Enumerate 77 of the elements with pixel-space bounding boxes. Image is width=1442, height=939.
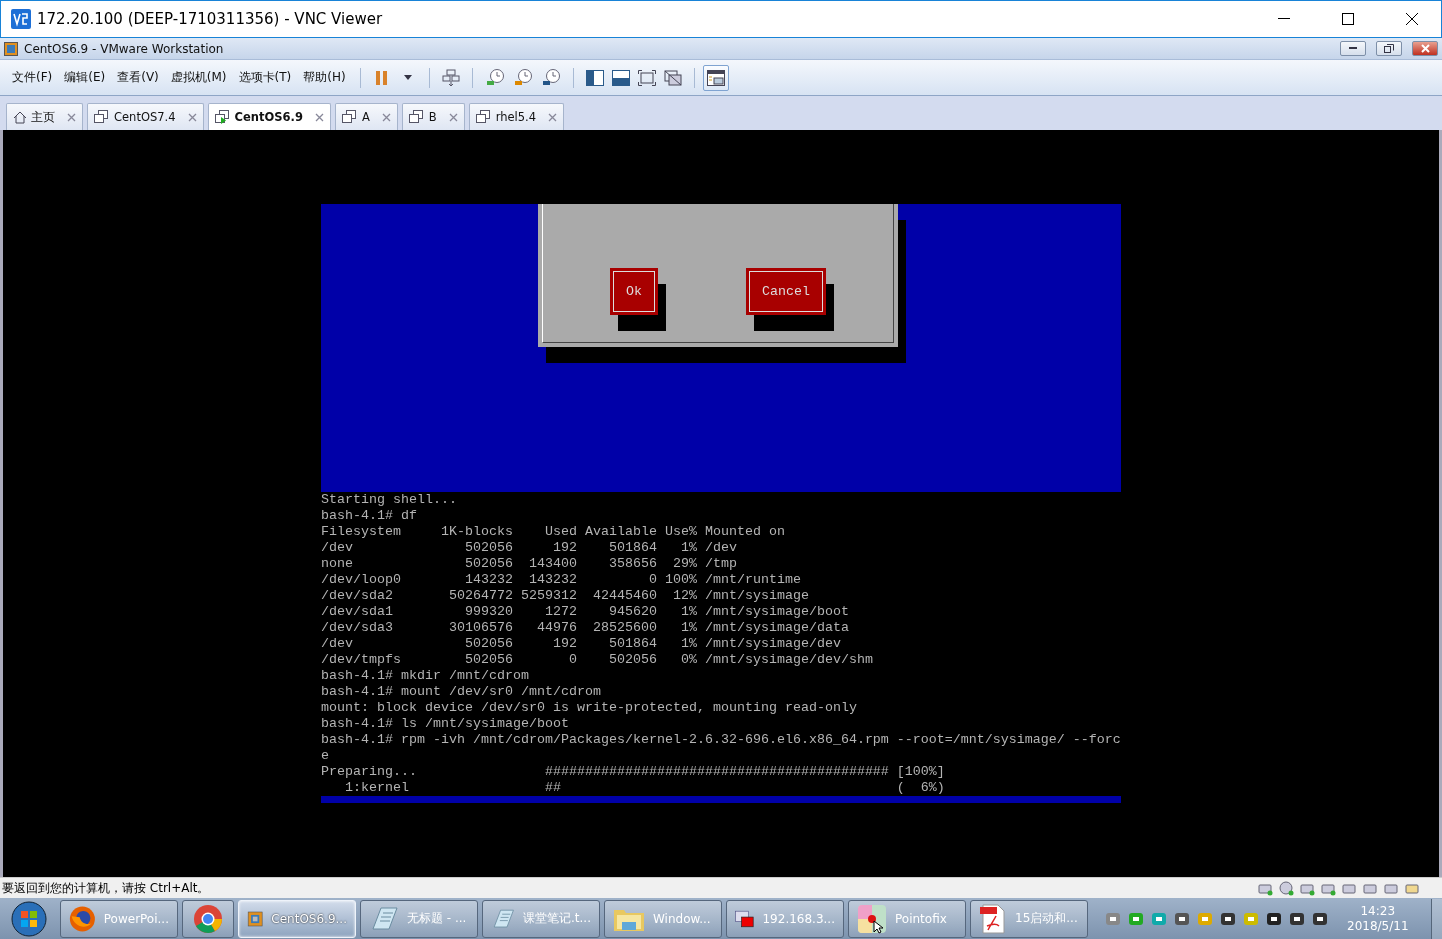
restore-icon	[1384, 44, 1394, 53]
pdf-file-icon	[979, 903, 1007, 934]
terminal-line: e	[321, 748, 330, 764]
menu-item[interactable]: 选项卡(T)	[232, 69, 298, 86]
terminal-line: /dev 502056 192 501864 1% /mnt/sysimage/dev	[321, 636, 842, 652]
close-icon[interactable]	[67, 112, 76, 122]
vm-icon	[341, 110, 358, 124]
window-title: CentOS6.9 - VMware Workstation	[24, 41, 225, 56]
close-button[interactable]	[1412, 41, 1438, 56]
menu-item[interactable]: 文件(F)	[6, 69, 59, 86]
vmware-icon	[4, 41, 18, 56]
window-title: 172.20.100 (DEEP-1710311356) - VNC Viewer	[37, 10, 384, 28]
terminal-line: Starting shell...	[321, 492, 458, 508]
minimize-icon	[1349, 47, 1357, 50]
clock-icon	[512, 67, 533, 88]
show-desktop-button[interactable]	[1431, 898, 1442, 939]
unity-icon	[663, 69, 682, 86]
vm-icon	[214, 110, 231, 124]
terminal-line: mount: block device /dev/sr0 is write-protected, mounting read-only	[321, 700, 858, 716]
terminal-line: /dev/sda1 999320 1272 945620 1% /mnt/sysimage/boot	[321, 604, 850, 620]
terminal-line: none 502056 143400 358656 29% /tmp	[321, 556, 738, 572]
vm-icon	[475, 110, 492, 124]
close-icon	[1420, 44, 1430, 53]
clock-date: 2018/5/11	[1347, 918, 1409, 934]
tab[interactable]: B	[401, 103, 465, 130]
terminal-line: /dev 502056 192 501864 1% /dev	[321, 540, 738, 556]
console-view-icon	[611, 69, 630, 86]
terminal-line: bash-4.1# mount /dev/sr0 /mnt/cdrom	[321, 684, 602, 700]
terminal-line: bash-4.1# ls /mnt/sysimage/boot	[321, 716, 570, 732]
terminal-line: Preparing... ########################################### [100%]	[321, 764, 946, 780]
tab[interactable]: CentOS7.4	[87, 103, 204, 130]
close-icon[interactable]	[314, 112, 324, 122]
tab[interactable]: rhel5.4	[468, 103, 565, 130]
tab[interactable]: 主页	[6, 103, 83, 130]
menu-item[interactable]: 虚拟机(M)	[164, 69, 233, 86]
vm-icon	[408, 110, 425, 124]
taskbar-button[interactable]	[182, 899, 234, 938]
maximize-icon	[1342, 13, 1354, 25]
restore-button[interactable]	[1376, 41, 1402, 56]
terminal-line: 1:kernel ## ( 6%)	[344, 780, 946, 796]
pause-icon	[374, 69, 389, 86]
menu-item[interactable]: 查看(V)	[111, 69, 165, 86]
pointofix-icon	[857, 903, 887, 934]
close-icon[interactable]	[548, 112, 558, 122]
terminal-line: bash-4.1# df	[321, 508, 418, 524]
clock-time: 14:23	[1360, 903, 1396, 919]
home-icon	[13, 110, 27, 124]
sidebar-icon	[585, 69, 604, 86]
tab[interactable]: CentOS6.9	[207, 103, 331, 130]
vnc-logo-icon	[11, 9, 31, 29]
caret-icon	[403, 75, 412, 80]
clock-icon	[540, 67, 561, 88]
clock-icon	[484, 67, 505, 88]
terminal-line: bash-4.1# rpm -ivh /mnt/cdrom/Packages/kernel-2.6.32-696.el6.x86_64.rpm --root=/mnt/sysimage/ --forc	[321, 732, 1121, 748]
tab[interactable]: A	[334, 103, 398, 130]
window-icon	[706, 69, 725, 86]
close-icon[interactable]	[381, 112, 391, 122]
terminal-line: bash-4.1# mkdir /mnt/cdrom	[321, 668, 530, 684]
terminal-line: /dev/tmpfs 502056 0 502056 0% /mnt/sysimage/dev/shm	[321, 652, 874, 668]
toolbar-button[interactable]	[702, 64, 729, 91]
fullscreen-icon	[637, 69, 656, 86]
notepad-icon	[369, 904, 399, 933]
terminal-line: /dev/loop0 143232 143232 0 100% /mnt/runtime	[321, 572, 802, 588]
cd-icon[interactable]	[1278, 880, 1294, 896]
terminal-line: /dev/sda2 50264772 5259312 42445460 12% /mnt/sysimage	[321, 588, 810, 604]
status-text: 要返回到您的计算机，请按 Ctrl+Alt。	[2, 879, 211, 897]
minimize-icon	[1278, 18, 1290, 20]
menu-item[interactable]: 帮助(H)	[297, 69, 352, 86]
vm-icon	[94, 110, 110, 124]
terminal-line: /dev/sda3 30106576 44976 28525600 1% /mnt/sysimage/data	[321, 620, 850, 636]
minimize-button[interactable]	[1340, 41, 1366, 56]
close-icon[interactable]	[448, 112, 458, 122]
close-icon	[1406, 13, 1418, 25]
terminal-line: Filesystem 1K-blocks Used Available Use% Mounted on	[321, 524, 786, 540]
close-icon[interactable]	[187, 112, 197, 122]
chrome-icon	[193, 903, 223, 934]
menu-item[interactable]: 编辑(E)	[58, 69, 112, 86]
